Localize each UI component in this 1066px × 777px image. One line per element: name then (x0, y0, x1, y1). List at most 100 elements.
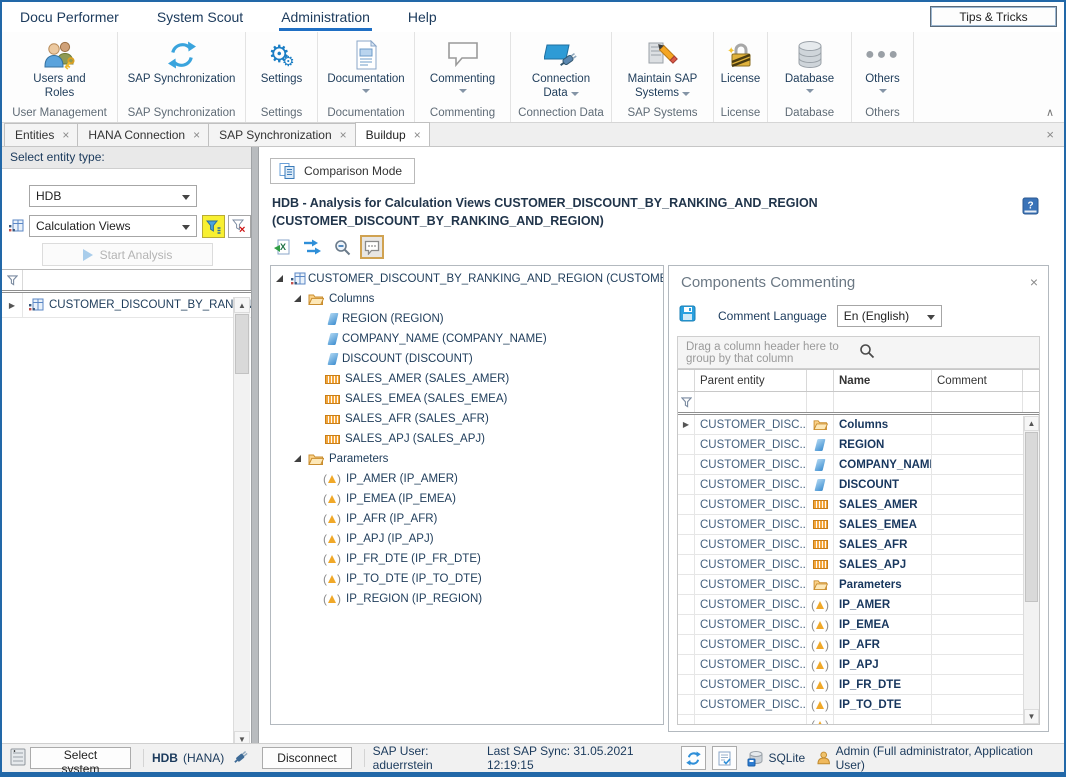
filter-cell[interactable] (695, 392, 807, 412)
table-row[interactable]: CUSTOMER_DISC... COMPANY_NAME (678, 455, 1039, 475)
tab-sap-synchronization[interactable]: SAP Synchronization × (208, 123, 356, 146)
cell-parent-entity[interactable]: CUSTOMER_DISC... (695, 455, 807, 474)
commenting-toggle-button[interactable] (360, 235, 384, 259)
tree-item-column[interactable]: SALES_APJ (SALES_APJ) (271, 429, 663, 449)
cell-parent-entity[interactable]: CUSTOMER_DISC... (695, 615, 807, 634)
sync-now-button[interactable] (681, 746, 706, 770)
tree-item-parameter[interactable]: () IP_APJ (IP_APJ) (271, 529, 663, 549)
close-icon[interactable]: × (1046, 127, 1054, 142)
start-analysis-button[interactable]: Start Analysis (42, 243, 213, 266)
documentation-button[interactable]: Documentation (318, 32, 414, 105)
table-row[interactable]: CUSTOMER_DISC... DISCOUNT (678, 475, 1039, 495)
cell-parent-entity[interactable]: CUSTOMER_DISC... (695, 435, 807, 454)
menu-administration[interactable]: Administration (279, 3, 372, 32)
cell-parent-entity[interactable]: CUSTOMER_DISC... (695, 675, 807, 694)
tree-item-parameters-folder[interactable]: Parameters (271, 449, 663, 469)
cell-parent-entity[interactable]: CUSTOMER_DISC... (695, 595, 807, 614)
cell-name[interactable]: DISCOUNT (834, 475, 932, 494)
cell-name[interactable]: SALES_EMEA (834, 515, 932, 534)
cell-name[interactable]: COMPANY_NAME (834, 455, 932, 474)
scroll-up-icon[interactable]: ▲ (1024, 416, 1039, 431)
table-row[interactable]: CUSTOMER_DISC... () IP_EMEA (678, 615, 1039, 635)
close-icon[interactable]: × (1030, 274, 1038, 290)
cell-parent-entity[interactable]: CUSTOMER_DISC... (695, 695, 807, 714)
cell-parent-entity[interactable]: CUSTOMER_DISC... (695, 415, 807, 434)
tree-item-column[interactable]: SALES_AFR (SALES_AFR) (271, 409, 663, 429)
cell-name[interactable]: REGION (834, 435, 932, 454)
license-button[interactable]: ✦ License (714, 32, 767, 105)
entity-type-combobox[interactable]: Calculation Views (29, 215, 197, 237)
table-row[interactable]: CUSTOMER_DISC... Parameters (678, 575, 1039, 595)
cell-name[interactable]: Columns (834, 415, 932, 434)
cell-name[interactable]: SALES_APJ (834, 555, 932, 574)
grid-filter-row[interactable] (2, 270, 251, 293)
tree-item-parameter[interactable]: () IP_FR_DTE (IP_FR_DTE) (271, 549, 663, 569)
tree-item-column[interactable]: SALES_AMER (SALES_AMER) (271, 369, 663, 389)
maintain-sap-systems-button[interactable]: Maintain SAP Systems (612, 32, 713, 105)
cell-name[interactable]: IP_TO_DTE (834, 695, 932, 714)
splitter-handle[interactable] (251, 147, 259, 747)
menu-system-scout[interactable]: System Scout (155, 3, 245, 32)
cell-name[interactable]: IP_EMEA (834, 615, 932, 634)
filter-cell[interactable] (2, 270, 23, 290)
table-row[interactable]: CUSTOMER_DISC... () IP_AMER (678, 595, 1039, 615)
tab-buildup[interactable]: Buildup × (355, 122, 430, 146)
tree-item-column[interactable]: REGION (REGION) (271, 309, 663, 329)
column-header-icon[interactable] (807, 370, 834, 391)
filter-cell[interactable] (932, 392, 1023, 412)
scrollbar-vertical[interactable]: ▲ ▼ (233, 297, 250, 747)
help-icon[interactable]: ? (1021, 197, 1040, 221)
excel-export-button[interactable]: X (270, 235, 294, 259)
others-button[interactable]: ●●● Others (852, 32, 913, 105)
scrollbar-vertical[interactable]: ▲ ▼ (1023, 416, 1039, 724)
menu-docu-performer[interactable]: Docu Performer (18, 3, 121, 32)
scrollbar-thumb[interactable] (235, 314, 249, 374)
tree-item-root[interactable]: CUSTOMER_DISCOUNT_BY_RANKING_AND_REGION … (271, 269, 663, 289)
tab-entities[interactable]: Entities × (4, 123, 78, 146)
filter-button[interactable] (202, 215, 225, 238)
cell-name[interactable]: Parameters (834, 575, 932, 594)
tree-item-parameter[interactable]: () IP_EMEA (IP_EMEA) (271, 489, 663, 509)
system-combobox[interactable]: HDB (29, 185, 197, 207)
scrollbar-thumb[interactable] (1025, 432, 1038, 602)
cell-parent-entity[interactable]: CUSTOMER_DISC... (695, 515, 807, 534)
cell-name[interactable]: IP_FR_DTE (834, 675, 932, 694)
group-by-bar[interactable]: Drag a column header here to group by th… (677, 336, 1040, 369)
sync-log-button[interactable] (712, 746, 737, 770)
tree-item-column[interactable]: COMPANY_NAME (COMPANY_NAME) (271, 329, 663, 349)
close-icon[interactable]: × (414, 128, 421, 142)
tree-expander-icon[interactable] (293, 294, 303, 304)
select-system-button[interactable]: Select system (30, 747, 131, 769)
row-expand-icon[interactable]: ▶ (9, 301, 15, 310)
tab-hana-connection[interactable]: HANA Connection × (77, 123, 209, 146)
filter-cell[interactable] (23, 270, 251, 290)
table-row[interactable]: CUSTOMER_DISC... REGION (678, 435, 1039, 455)
table-row[interactable]: CUSTOMER_DISC... SALES_AMER (678, 495, 1039, 515)
table-row[interactable]: CUSTOMER_DISC... () IP_APJ (678, 655, 1039, 675)
save-icon[interactable] (679, 305, 696, 327)
scroll-up-icon[interactable]: ▲ (234, 297, 250, 313)
close-icon[interactable]: × (62, 128, 69, 142)
tree-expander-icon[interactable] (275, 274, 285, 284)
scroll-down-icon[interactable]: ▼ (1024, 709, 1039, 724)
commenting-button[interactable]: Commenting (415, 32, 510, 105)
entity-row[interactable]: ▶ CUSTOMER_DISCOUNT_BY_RANKING_AND_REGIO… (2, 293, 251, 318)
cell-name[interactable]: SALES_AFR (834, 535, 932, 554)
menu-help[interactable]: Help (406, 3, 439, 32)
transfer-button[interactable] (300, 235, 324, 259)
ribbon-collapse-icon[interactable]: ∧ (1046, 106, 1054, 119)
cell-parent-entity[interactable]: CUSTOMER_DISC... (695, 575, 807, 594)
search-icon[interactable] (859, 343, 1032, 362)
column-header-parent-entity[interactable]: Parent entity (695, 370, 807, 391)
table-row[interactable]: CUSTOMER_DISC... () IP_AFR (678, 635, 1039, 655)
cell-parent-entity[interactable]: CUSTOMER_DISC... (695, 475, 807, 494)
cell-parent-entity[interactable]: CUSTOMER_DISC... (695, 495, 807, 514)
cell-parent-entity[interactable]: CUSTOMER_DISC... (695, 635, 807, 654)
tips-tricks-button[interactable]: Tips & Tricks (930, 6, 1057, 27)
users-and-roles-button[interactable]: Users and Roles (2, 32, 117, 105)
disconnect-button[interactable]: Disconnect (262, 747, 351, 769)
table-row[interactable]: CUSTOMER_DISC... () IP_TO_DTE (678, 695, 1039, 715)
zoom-out-button[interactable] (330, 235, 354, 259)
tree-item-parameter[interactable]: () IP_AMER (IP_AMER) (271, 469, 663, 489)
tree-item-parameter[interactable]: () IP_TO_DTE (IP_TO_DTE) (271, 569, 663, 589)
